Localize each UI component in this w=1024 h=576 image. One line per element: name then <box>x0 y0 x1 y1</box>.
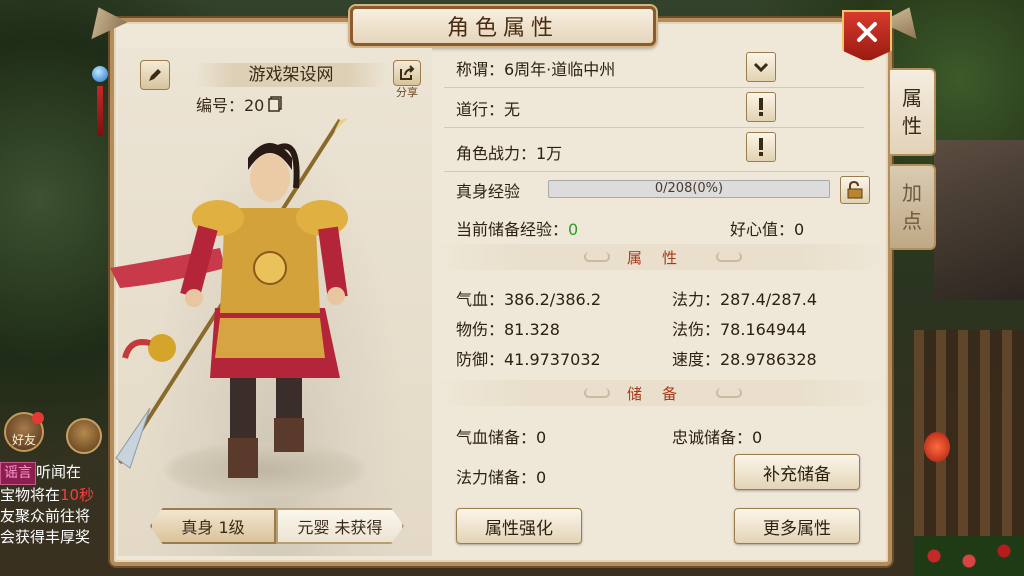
reserve-heading: 储备 <box>434 380 890 406</box>
chat-line: 会获得丰厚奖 <box>0 528 91 546</box>
power-text: 角色战力：1万 <box>456 144 563 163</box>
chat-line: 听闻在 <box>36 463 82 481</box>
attributes-heading-text: 属性 <box>626 248 697 267</box>
tab-addpoint-char: 点 <box>902 209 922 233</box>
reserve-heading-text: 储备 <box>626 384 697 403</box>
speed-stat: 速度：28.9786328 <box>672 350 817 369</box>
cloud-ornament-icon <box>584 388 610 398</box>
notification-dot <box>32 412 44 424</box>
chat-line: 宝物将在 <box>0 486 61 504</box>
kindness-value: 好心值：0 <box>730 220 805 239</box>
title-row: 称谓：6周年·道临中州 <box>434 48 874 88</box>
enhance-attributes-button[interactable]: 属性强化 <box>456 508 582 544</box>
tab-attributes[interactable]: 属 性 <box>890 68 936 156</box>
attributes-heading: 属性 <box>434 244 890 270</box>
title-text: 称谓：6周年·道临中州 <box>456 60 616 79</box>
stored-exp-value: 0 <box>568 220 579 239</box>
player-id: 编号：20 <box>196 92 283 116</box>
stored-exp-label: 当前储备经验： <box>456 220 569 239</box>
share-label: 分享 <box>396 86 418 99</box>
cloud-ornament-icon <box>716 388 742 398</box>
player-name: 游戏架设网 <box>196 63 386 87</box>
phys-atk-stat: 物伤：81.328 <box>456 320 560 339</box>
cloud-ornament-icon <box>716 252 742 262</box>
character-model <box>110 118 348 478</box>
hp-stat: 气血：386.2/386.2 <box>456 290 602 309</box>
daoxing-info-button[interactable] <box>746 92 776 122</box>
more-attributes-button[interactable]: 更多属性 <box>734 508 860 544</box>
mp-reserve: 法力储备：0 <box>456 468 547 487</box>
background-lantern <box>924 432 950 462</box>
hp-reserve: 气血储备：0 <box>456 428 547 447</box>
close-icon <box>857 22 877 42</box>
chevron-down-icon <box>753 62 769 73</box>
chat-feed[interactable]: 谣言 听闻在 宝物将在10秒 友聚众前往将 会获得丰厚奖 <box>0 462 115 548</box>
refill-reserve-button[interactable]: 补充储备 <box>734 454 860 490</box>
exp-lock-button[interactable] <box>840 176 870 204</box>
panel-title: 角色属性 <box>350 6 656 46</box>
exclamation-icon <box>759 138 763 156</box>
cloud-ornament-icon <box>584 252 610 262</box>
tab-yuanying[interactable]: 元婴 未获得 <box>276 508 404 544</box>
tab-attributes-char: 性 <box>902 114 922 138</box>
chat-tag: 谣言 <box>0 462 36 485</box>
hud-round-button[interactable] <box>66 418 102 454</box>
exp-label: 真身经验 <box>456 182 521 201</box>
unlock-icon <box>847 181 863 199</box>
attributes-info: 称谓：6周年·道临中州 道行：无 角色战力：1万 真身经验 0/208(0%) <box>434 48 890 556</box>
chat-highlight: 10秒 <box>60 486 95 504</box>
background-flowers <box>914 536 1024 576</box>
share-icon <box>400 65 415 80</box>
exp-progress-text: 0/208(0%) <box>654 181 724 196</box>
exp-progress-bar: 0/208(0%) <box>548 180 830 198</box>
chat-line: 友聚众前往将 <box>0 507 91 525</box>
power-info-button[interactable] <box>746 132 776 162</box>
mp-stat: 法力：287.4/287.4 <box>672 290 818 309</box>
daoxing-text: 道行：无 <box>456 100 521 119</box>
tab-attributes-char: 属 <box>902 86 922 110</box>
title-dropdown-button[interactable] <box>746 52 776 82</box>
defense-stat: 防御：41.9737032 <box>456 350 601 369</box>
exclamation-icon <box>759 98 763 116</box>
loyalty-reserve: 忠诚储备：0 <box>672 428 763 447</box>
tab-true-body[interactable]: 真身 1级 <box>150 508 276 544</box>
power-row: 角色战力：1万 <box>434 132 874 172</box>
pencil-icon <box>149 69 161 81</box>
friend-button[interactable]: 好友 <box>4 412 44 452</box>
mag-atk-stat: 法伤：78.164944 <box>672 320 807 339</box>
copy-icon[interactable] <box>268 96 283 112</box>
share-button[interactable]: 分享 <box>392 60 422 100</box>
edit-name-button[interactable] <box>140 60 170 90</box>
background-roof <box>934 140 1024 300</box>
daoxing-row: 道行：无 <box>434 88 874 128</box>
friend-label: 好友 <box>11 433 36 447</box>
jade-pendant-icon <box>92 46 108 156</box>
stored-exp: 当前储备经验：0 <box>456 216 578 240</box>
form-tabs: 真身 1级 元婴 未获得 <box>150 508 404 544</box>
player-id-text: 编号：20 <box>196 96 265 115</box>
tab-addpoint[interactable]: 加 点 <box>890 164 936 250</box>
tab-addpoint-char: 加 <box>902 181 922 205</box>
